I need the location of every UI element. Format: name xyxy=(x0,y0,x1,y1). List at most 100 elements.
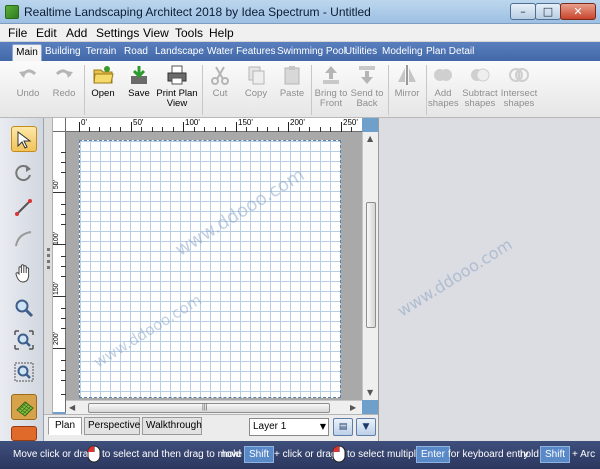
bring-to-front-label: Bring to Front xyxy=(314,88,348,109)
zoom-extents-tool-button[interactable] xyxy=(11,327,37,353)
tab-landscape[interactable]: Landscape xyxy=(155,44,204,61)
ruler-label: 50' xyxy=(53,180,60,190)
bring-to-front-button[interactable]: Bring to Front xyxy=(314,64,348,109)
mirror-button[interactable]: Mirror xyxy=(391,64,423,99)
pan-tool-button[interactable] xyxy=(11,260,37,286)
open-button[interactable]: Open xyxy=(88,64,118,99)
scroll-left-icon[interactable]: ◀ xyxy=(69,403,75,413)
pan-hand-icon xyxy=(15,264,30,283)
send-to-back-icon xyxy=(359,66,375,84)
redo-button[interactable]: Redo xyxy=(48,64,80,99)
bring-to-front-icon xyxy=(323,66,339,84)
menu-help[interactable]: Help xyxy=(209,26,234,40)
status-bar: Move click or drag to select and then dr… xyxy=(0,441,600,469)
tab-perspective[interactable]: Perspective xyxy=(84,417,140,435)
redo-icon xyxy=(55,69,73,78)
arc-tool-button[interactable] xyxy=(11,226,37,252)
rotate-tool-button[interactable] xyxy=(11,160,37,186)
add-shapes-icon xyxy=(434,69,452,81)
measure-tool-button[interactable] xyxy=(11,194,37,220)
layer-menu-button[interactable]: ▼ xyxy=(356,418,376,436)
intersect-shapes-button[interactable]: Intersect shapes xyxy=(500,64,538,109)
print-plan-view-button[interactable]: Print Plan View xyxy=(156,64,198,109)
copy-button[interactable]: Copy xyxy=(242,64,270,99)
plan-canvas[interactable]: www.ddooo.com www.ddooo.com xyxy=(66,132,362,400)
ruler-label: 200' xyxy=(290,118,305,127)
tab-road[interactable]: Road xyxy=(122,44,150,61)
subtract-shapes-button[interactable]: Subtract shapes xyxy=(462,64,498,109)
tab-modeling[interactable]: Modeling xyxy=(382,44,423,61)
tab-main[interactable]: Main xyxy=(12,44,42,61)
toolbar-divider xyxy=(202,65,203,115)
terrain-grid-tool-button[interactable] xyxy=(11,394,37,420)
menu-tools[interactable]: Tools xyxy=(175,26,203,40)
tab-water-features[interactable]: Water Features xyxy=(207,44,276,61)
printer-icon xyxy=(167,65,187,85)
grid-terrain-icon xyxy=(16,401,34,417)
intersect-shapes-label: Intersect shapes xyxy=(500,88,538,109)
shift-key-badge: Shift xyxy=(540,446,571,463)
maximize-button[interactable]: □ xyxy=(535,3,561,20)
zoom-window-icon xyxy=(14,362,34,382)
ruler-corner xyxy=(53,118,66,132)
add-shapes-button[interactable]: Add shapes xyxy=(428,64,459,109)
ruler-label: 150' xyxy=(53,282,60,296)
zoom-window-tool-button[interactable] xyxy=(11,359,37,385)
properties-panel: www.ddooo.com xyxy=(378,118,600,441)
horizontal-scroll-thumb[interactable] xyxy=(88,403,330,413)
menu-settings[interactable]: Settings xyxy=(96,26,139,40)
zoom-in-icon xyxy=(15,299,34,318)
zoom-in-tool-button[interactable] xyxy=(11,295,37,321)
undo-button[interactable]: Undo xyxy=(12,64,44,99)
scroll-down-icon[interactable]: ▼ xyxy=(367,388,373,398)
paste-button[interactable]: Paste xyxy=(277,64,307,99)
menu-add[interactable]: Add xyxy=(66,26,87,40)
tab-utilities[interactable]: Utilities xyxy=(344,44,378,61)
main-toolbar: Undo Redo Open Save Print Plan View Cut … xyxy=(0,61,600,118)
minimize-button[interactable]: – xyxy=(510,3,536,20)
layer-select-value: Layer 1 xyxy=(253,421,287,432)
menu-edit[interactable]: Edit xyxy=(36,26,57,40)
horizontal-scrollbar[interactable]: ◀ ||| ▶ xyxy=(66,400,362,414)
layers-button[interactable]: ▤ xyxy=(333,418,353,436)
toolbar-divider xyxy=(426,65,427,115)
save-button[interactable]: Save xyxy=(124,64,154,99)
cut-button[interactable]: Cut xyxy=(206,64,234,99)
scroll-up-icon[interactable]: ▲ xyxy=(367,134,373,144)
vertical-ruler: 50' 100' 150' 200' xyxy=(53,132,66,412)
zoom-extents-icon xyxy=(14,330,34,350)
ruler-major-tick xyxy=(183,122,184,132)
tab-terrain[interactable]: Terrain xyxy=(85,44,117,61)
paint-tool-button[interactable] xyxy=(11,426,37,441)
close-button[interactable]: ✕ xyxy=(560,3,596,20)
tab-plan[interactable]: Plan xyxy=(48,417,82,435)
app-logo-icon xyxy=(5,5,19,19)
chevron-down-icon: ▼ xyxy=(362,422,370,432)
status-move: Move xyxy=(13,449,38,460)
watermark-text: www.ddooo.com xyxy=(393,234,516,321)
status-text: hold xyxy=(520,449,539,460)
tab-plan-detail[interactable]: Plan Detail xyxy=(426,44,474,61)
status-text: to select multiple xyxy=(347,449,422,460)
menu-file[interactable]: File xyxy=(8,26,27,40)
tab-walkthrough[interactable]: Walkthrough xyxy=(142,417,202,435)
select-tool-button[interactable] xyxy=(11,126,37,152)
status-text: hold xyxy=(222,449,241,460)
arc-icon xyxy=(15,231,32,247)
undo-label: Undo xyxy=(16,88,40,99)
menu-view[interactable]: View xyxy=(143,26,169,40)
tab-swimming-pool[interactable]: Swimming Pool xyxy=(277,44,346,61)
paste-icon xyxy=(284,66,300,85)
send-to-back-button[interactable]: Send to Back xyxy=(350,64,384,109)
tab-building[interactable]: Building xyxy=(45,44,81,61)
paste-label: Paste xyxy=(279,88,305,99)
ribbon-tab-bar: Main Building Terrain Road Landscape Wat… xyxy=(0,42,600,61)
scissors-icon xyxy=(211,66,229,85)
layer-select[interactable]: Layer 1 ▼ xyxy=(249,418,329,436)
vertical-panel-splitter[interactable] xyxy=(44,118,53,418)
scroll-grip-icon: ||| xyxy=(202,404,208,411)
scroll-right-icon[interactable]: ▶ xyxy=(350,403,356,413)
vertical-scroll-thumb[interactable] xyxy=(366,202,376,328)
ruler-major-tick xyxy=(79,122,80,132)
vertical-scrollbar[interactable]: ▲ ▼ xyxy=(362,132,378,400)
